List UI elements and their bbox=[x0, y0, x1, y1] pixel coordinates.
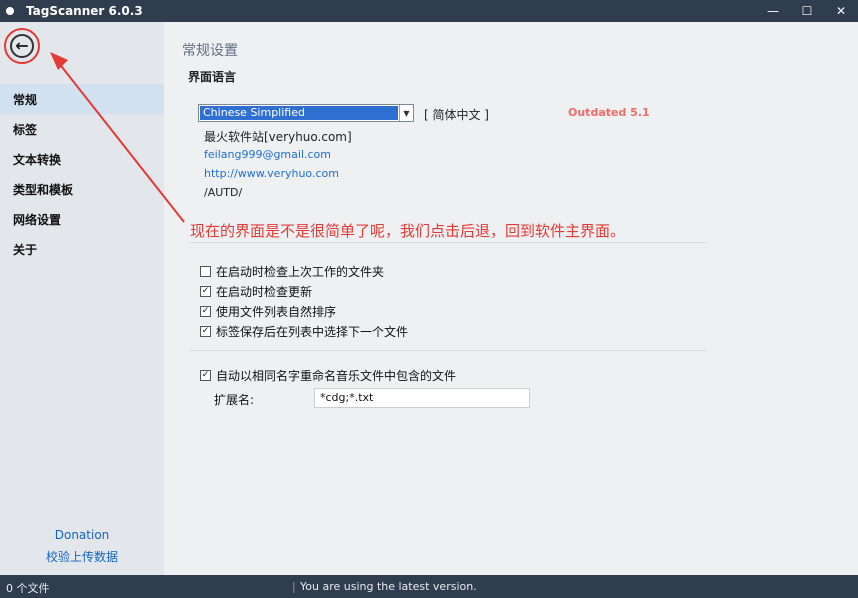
section-title-language: 界面语言 bbox=[188, 70, 237, 84]
checkbox-checked[interactable]: ✓ bbox=[200, 306, 211, 317]
language-select-value: Chinese Simplified bbox=[200, 106, 398, 120]
option-check-last-folder[interactable]: 在启动时检查上次工作的文件夹 bbox=[200, 263, 384, 280]
back-highlight-circle: ← bbox=[4, 28, 40, 64]
translator-param: /AUTD/ bbox=[204, 186, 243, 199]
checkbox[interactable] bbox=[200, 266, 211, 277]
app-icon bbox=[6, 7, 14, 15]
sidebar-item-types-templates[interactable]: 类型和模板 bbox=[0, 174, 164, 204]
chevron-down-icon[interactable]: ▼ bbox=[399, 105, 413, 121]
extensions-label: 扩展名: bbox=[214, 393, 255, 407]
language-native-name: [ 简体中文 ] bbox=[424, 108, 489, 122]
option-label: 在启动时检查更新 bbox=[216, 285, 313, 299]
status-bar: 0 个文件 | You are using the latest version… bbox=[0, 575, 858, 598]
option-label: 使用文件列表自然排序 bbox=[216, 305, 337, 319]
file-count: 0 个文件 bbox=[6, 582, 50, 595]
sidebar-nav: 常规 标签 文本转换 类型和模板 网络设置 关于 bbox=[0, 84, 164, 264]
title-bar: TagScanner 6.0.3 — ☐ ✕ bbox=[0, 0, 858, 22]
status-separator: | bbox=[292, 580, 296, 593]
donation-link[interactable]: Donation bbox=[0, 528, 164, 542]
sidebar-item-about[interactable]: 关于 bbox=[0, 234, 164, 264]
sidebar-item-network[interactable]: 网络设置 bbox=[0, 204, 164, 234]
option-natural-sort[interactable]: ✓ 使用文件列表自然排序 bbox=[200, 303, 336, 320]
update-status: You are using the latest version. bbox=[300, 580, 477, 593]
language-status: Outdated 5.1 bbox=[568, 106, 650, 119]
option-select-next-after-save[interactable]: ✓ 标签保存后在列表中选择下一个文件 bbox=[200, 323, 408, 340]
checkbox-checked[interactable]: ✓ bbox=[200, 326, 211, 337]
checkbox-checked[interactable]: ✓ bbox=[200, 370, 211, 381]
translator-name: 最火软件站[veryhuo.com] bbox=[204, 130, 352, 144]
divider bbox=[190, 350, 706, 351]
option-label: 自动以相同名字重命名音乐文件中包含的文件 bbox=[216, 369, 457, 383]
maximize-icon[interactable]: ☐ bbox=[790, 0, 824, 22]
divider bbox=[190, 242, 706, 243]
arrow-left-icon: ← bbox=[15, 36, 29, 55]
option-label: 标签保存后在列表中选择下一个文件 bbox=[216, 325, 409, 339]
settings-panel: 常规设置 界面语言 Chinese Simplified ▼ [ 简体中文 ] … bbox=[164, 22, 858, 575]
option-auto-rename[interactable]: ✓ 自动以相同名字重命名音乐文件中包含的文件 bbox=[200, 367, 456, 384]
minimize-icon[interactable]: — bbox=[756, 0, 790, 22]
checkbox-checked[interactable]: ✓ bbox=[200, 286, 211, 297]
sidebar-item-general[interactable]: 常规 bbox=[0, 84, 164, 114]
sidebar: ← 常规 标签 文本转换 类型和模板 网络设置 关于 Donation 校验上传… bbox=[0, 22, 164, 575]
language-select[interactable]: Chinese Simplified ▼ bbox=[198, 104, 414, 122]
annotation-text: 现在的界面是不是很简单了呢，我们点击后退，回到软件主界面。 bbox=[190, 222, 626, 240]
sidebar-item-tags[interactable]: 标签 bbox=[0, 114, 164, 144]
back-button[interactable]: ← bbox=[10, 34, 34, 58]
option-check-updates[interactable]: ✓ 在启动时检查更新 bbox=[200, 283, 312, 300]
page-title: 常规设置 bbox=[182, 43, 238, 59]
window-title: TagScanner 6.0.3 bbox=[26, 4, 143, 18]
upload-data-link[interactable]: 校验上传数据 bbox=[0, 548, 164, 565]
close-icon[interactable]: ✕ bbox=[824, 0, 858, 22]
translator-url-link[interactable]: http://www.veryhuo.com bbox=[204, 167, 339, 180]
window-controls: — ☐ ✕ bbox=[756, 0, 858, 22]
extensions-input[interactable]: *cdg;*.txt bbox=[314, 388, 530, 408]
translator-email-link[interactable]: feilang999@gmail.com bbox=[204, 148, 331, 161]
sidebar-item-text-conversion[interactable]: 文本转换 bbox=[0, 144, 164, 174]
option-label: 在启动时检查上次工作的文件夹 bbox=[216, 265, 385, 279]
